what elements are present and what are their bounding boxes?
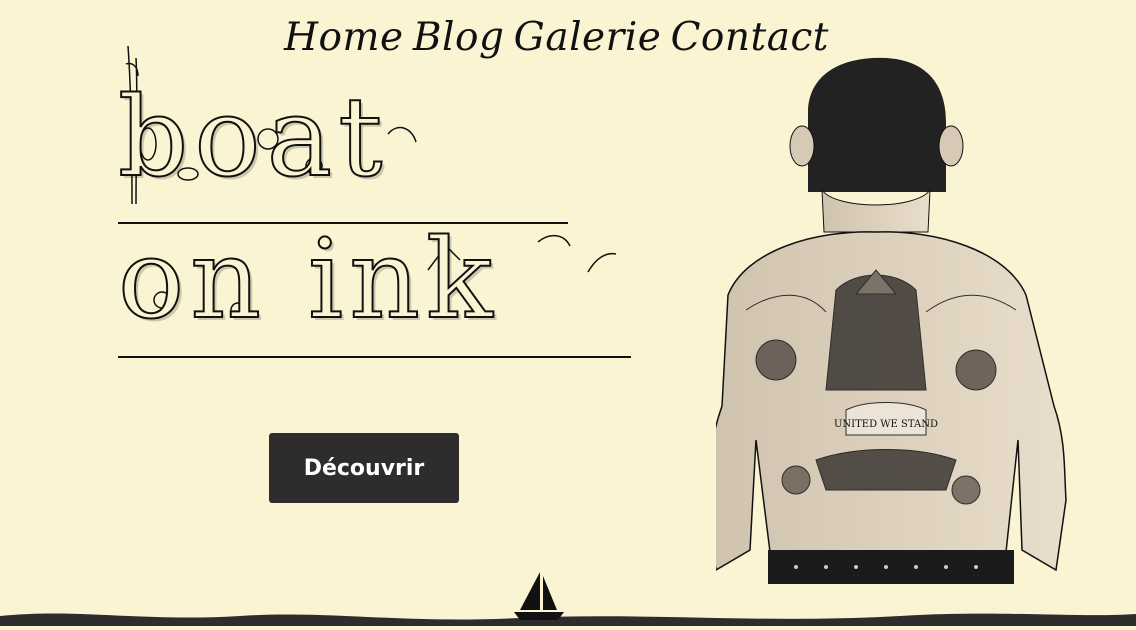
tattooed-back-illustration: UNITED WE STAND — [705, 57, 1067, 584]
discover-button[interactable]: Découvrir — [269, 433, 459, 503]
logo-line-1: boat — [117, 73, 389, 201]
banner-text: UNITED WE STAND — [834, 419, 938, 430]
logo-line-2: on ink — [117, 215, 499, 343]
logo-rule-2 — [118, 356, 631, 358]
hero-image: UNITED WE STAND — [705, 50, 1116, 626]
sailboat-icon — [514, 572, 564, 620]
site-logo: boat on ink — [117, 34, 634, 366]
footer-waves — [0, 572, 1136, 626]
